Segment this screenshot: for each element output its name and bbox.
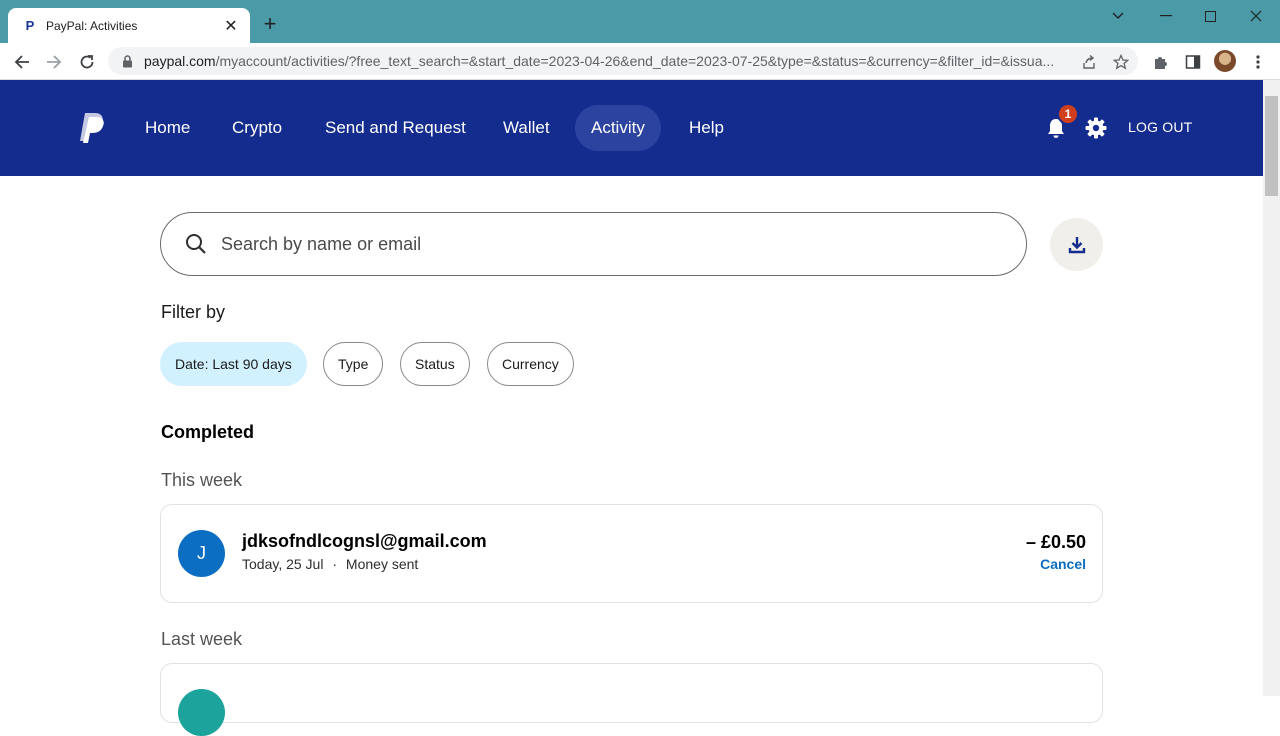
side-panel-icon[interactable] (1179, 48, 1207, 76)
bookmark-star-icon[interactable] (1112, 53, 1130, 71)
search-input[interactable]: Search by name or email (221, 234, 421, 255)
extensions-puzzle-icon[interactable] (1147, 48, 1175, 76)
transaction-card[interactable]: J jdksofndlcognsl@gmail.com Today, 25 Ju… (160, 504, 1103, 603)
cancel-transaction-link[interactable]: Cancel (1040, 556, 1086, 572)
nav-home[interactable]: Home (129, 105, 206, 151)
more-menu-icon[interactable] (1244, 48, 1272, 76)
scrollbar-thumb[interactable] (1265, 96, 1278, 196)
back-arrow-icon[interactable] (8, 48, 36, 76)
page-scrollbar[interactable] (1263, 80, 1280, 696)
transaction-card[interactable] (160, 663, 1103, 736)
reload-icon[interactable] (73, 48, 101, 76)
settings-gear-icon[interactable] (1085, 117, 1107, 139)
paypal-logo-icon[interactable] (79, 113, 105, 143)
share-icon[interactable] (1080, 53, 1098, 71)
group-label-this-week: This week (161, 470, 243, 490)
browser-toolbar: paypal.com/myaccount/activities/?free_te… (0, 43, 1280, 80)
filter-chip-status[interactable]: Status (400, 342, 470, 386)
logout-link[interactable]: LOG OUT (1128, 119, 1192, 135)
browser-tab[interactable]: P PayPal: Activities ✕ (8, 8, 250, 43)
transaction-avatar: J (178, 530, 225, 577)
download-icon (1068, 236, 1085, 253)
browser-tabstrip: P PayPal: Activities ✕ + (0, 0, 1280, 43)
transaction-date: Today, 25 Jul (242, 556, 324, 572)
completed-heading: Completed (161, 422, 255, 442)
transaction-counterparty: jdksofndlcognsl@gmail.com (242, 531, 487, 551)
tab-title: PayPal: Activities (46, 18, 138, 33)
maximize-window-icon[interactable] (1188, 4, 1232, 28)
nav-activity[interactable]: Activity (575, 105, 661, 151)
minimize-window-icon[interactable] (1144, 4, 1188, 28)
lock-icon (120, 54, 134, 68)
filter-by-label: Filter by (161, 302, 226, 322)
filter-chip-date[interactable]: Date: Last 90 days (160, 342, 307, 386)
url-text: paypal.com/myaccount/activities/?free_te… (144, 53, 1055, 69)
search-icon (186, 234, 206, 254)
transaction-separator: · (332, 556, 338, 572)
paypal-favicon-icon: P (25, 18, 35, 33)
nav-crypto[interactable]: Crypto (216, 105, 298, 151)
group-label-last-week: Last week (161, 629, 243, 649)
close-tab-icon[interactable]: ✕ (222, 17, 240, 35)
notification-count-badge: 1 (1057, 103, 1079, 125)
transaction-details: Today, 25 Jul · Money sent (242, 556, 418, 572)
address-bar[interactable]: paypal.com/myaccount/activities/?free_te… (108, 47, 1138, 75)
download-button[interactable] (1050, 218, 1103, 271)
tab-search-chevron-icon[interactable] (1096, 4, 1140, 28)
close-window-icon[interactable] (1234, 4, 1278, 28)
profile-avatar[interactable] (1214, 50, 1236, 72)
forward-arrow-icon[interactable] (40, 48, 68, 76)
filter-chip-type[interactable]: Type (323, 342, 384, 386)
nav-send-and-request[interactable]: Send and Request (309, 105, 482, 151)
activity-search-box[interactable]: Search by name or email (160, 212, 1027, 276)
transaction-avatar (178, 689, 225, 736)
transaction-type: Money sent (345, 556, 419, 572)
nav-wallet[interactable]: Wallet (487, 105, 566, 151)
nav-help[interactable]: Help (673, 105, 740, 151)
filter-chip-currency[interactable]: Currency (487, 342, 574, 386)
transaction-amount: – £0.50 (1025, 532, 1086, 552)
new-tab-button[interactable]: + (258, 11, 282, 36)
paypal-header: Home Crypto Send and Request Wallet Acti… (0, 80, 1263, 176)
